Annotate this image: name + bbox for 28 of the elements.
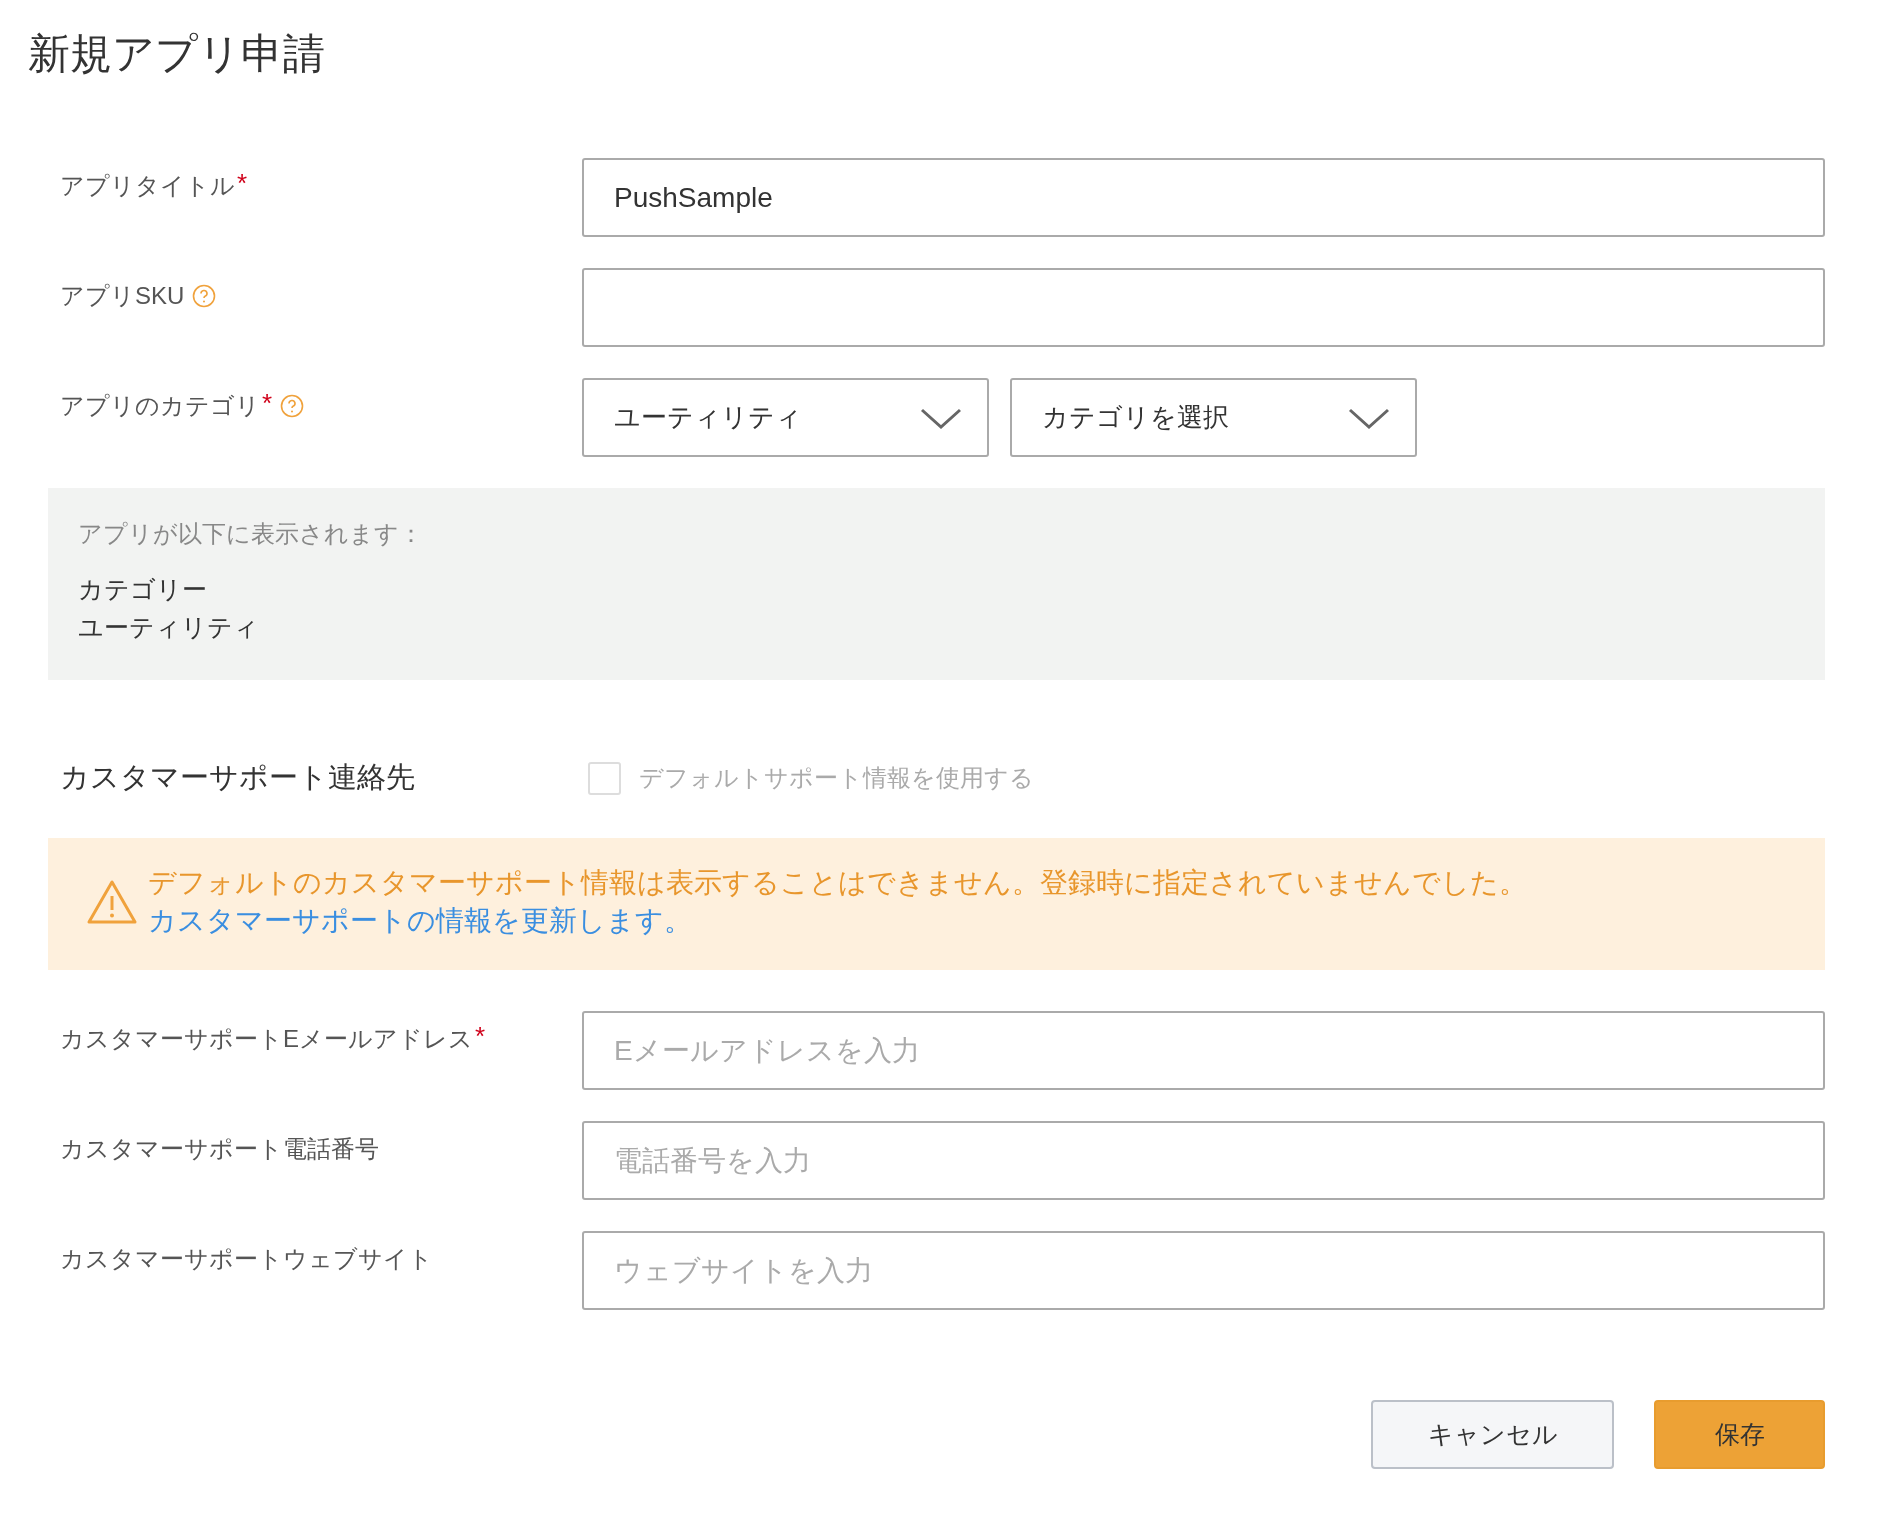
cancel-button[interactable]: キャンセル bbox=[1371, 1400, 1614, 1469]
help-icon[interactable] bbox=[280, 394, 305, 418]
field-label: アプリSKU bbox=[60, 281, 185, 311]
text-field[interactable]: Eメールアドレスを入力 bbox=[582, 1011, 1825, 1090]
warning-icon bbox=[86, 879, 138, 925]
field-label: カスタマーサポートウェブサイト bbox=[60, 1244, 433, 1274]
category-dropdown[interactable]: カテゴリを選択 bbox=[1010, 378, 1417, 457]
required-mark: * bbox=[262, 390, 273, 416]
preview-line: ユーティリティ bbox=[78, 612, 260, 643]
preview-line: カテゴリー bbox=[78, 574, 208, 605]
page-title: 新規アプリ申請 bbox=[28, 29, 326, 79]
checkbox-label: デフォルトサポート情報を使用する bbox=[639, 763, 1034, 793]
section-heading: カスタマーサポート連絡先 bbox=[60, 760, 416, 795]
text-field[interactable]: ウェブサイトを入力 bbox=[582, 1231, 1825, 1310]
category-dropdown[interactable]: ユーティリティ bbox=[582, 378, 989, 457]
warning-message: デフォルトのカスタマーサポート情報は表示することはできません。登録時に指定されていませんでした。 カスタマーサポートの情報を更新します。 bbox=[148, 866, 1528, 938]
help-icon[interactable] bbox=[192, 284, 217, 308]
field-label: カスタマーサポートEメールアドレス bbox=[60, 1024, 473, 1054]
required-mark: * bbox=[475, 1023, 486, 1049]
field-label: カスタマーサポート電話番号 bbox=[60, 1134, 379, 1164]
field-label: アプリのカテゴリ bbox=[60, 391, 260, 421]
text-field[interactable]: 電話番号を入力 bbox=[582, 1121, 1825, 1200]
save-button[interactable]: 保存 bbox=[1654, 1400, 1825, 1469]
field-label: アプリタイトル bbox=[60, 171, 235, 201]
text-field[interactable] bbox=[582, 268, 1825, 347]
text-field[interactable]: PushSample bbox=[582, 158, 1825, 237]
preview-heading: アプリが以下に表示されます： bbox=[78, 519, 424, 549]
required-mark: * bbox=[237, 170, 248, 196]
